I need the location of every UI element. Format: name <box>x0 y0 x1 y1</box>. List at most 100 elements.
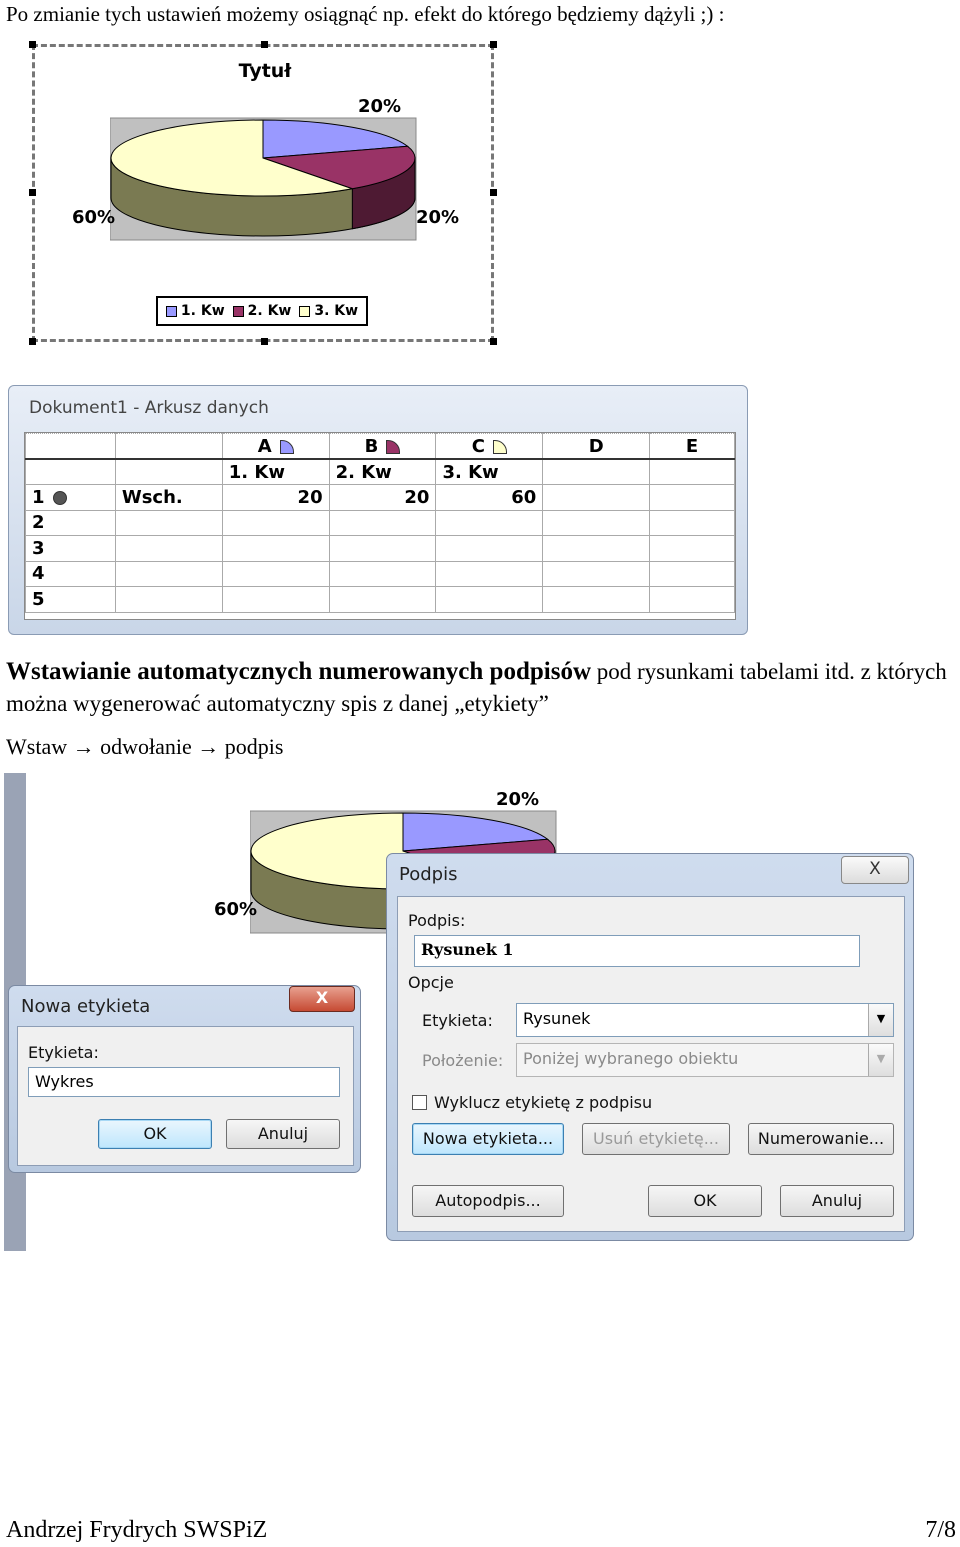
cell[interactable] <box>542 586 651 613</box>
exclude-label-text[interactable]: Wyklucz etykietę z podpisu <box>434 1093 652 1112</box>
col-header-b[interactable]: B <box>328 433 437 460</box>
exclude-label-checkbox[interactable] <box>412 1095 427 1110</box>
ok-button[interactable]: OK <box>98 1119 212 1149</box>
legend-item: 3. Kw <box>299 303 358 319</box>
series-header-cell[interactable]: 3. Kw <box>435 458 544 485</box>
delete-label-button[interactable]: Usuń etykietę... <box>582 1123 730 1155</box>
cell[interactable] <box>328 535 437 562</box>
cancel-button[interactable]: Anuluj <box>780 1185 894 1217</box>
numbering-button[interactable]: Numerowanie... <box>748 1123 894 1155</box>
new-label-button[interactable]: Nowa etykieta... <box>412 1123 564 1155</box>
cell[interactable] <box>435 535 544 562</box>
legend-label: 1. Kw <box>180 303 225 319</box>
dialog-body: Etykieta: Wykres OK Anuluj <box>17 1026 354 1166</box>
cell[interactable] <box>114 586 223 613</box>
corner-cell[interactable] <box>25 433 116 460</box>
pie-series-icon <box>386 439 401 454</box>
resize-handle[interactable] <box>261 41 268 48</box>
row-header[interactable]: 3 <box>25 535 116 562</box>
options-group-label: Opcje <box>408 973 454 992</box>
section-text: Wstawianie automatycznych numerowanych p… <box>6 656 956 720</box>
label-select[interactable]: Rysunek ▼ <box>516 1003 894 1037</box>
caption-dialog[interactable]: Podpis X Podpis: Rysunek 1 Opcje Etykiet… <box>386 853 914 1241</box>
chart-title: Tytuł <box>238 60 292 82</box>
row-header[interactable]: 2 <box>25 509 116 536</box>
cell[interactable] <box>221 535 330 562</box>
cell[interactable] <box>221 560 330 587</box>
chevron-down-icon[interactable]: ▼ <box>868 1044 893 1076</box>
value-cell[interactable]: 20 <box>221 484 330 511</box>
cell[interactable] <box>114 458 223 485</box>
pie-chart <box>110 117 417 241</box>
cell[interactable] <box>435 509 544 536</box>
cell[interactable] <box>328 509 437 536</box>
chevron-down-icon[interactable]: ▼ <box>868 1004 893 1036</box>
cell[interactable] <box>542 560 651 587</box>
cell[interactable] <box>435 586 544 613</box>
data-label: 20% <box>416 207 460 228</box>
col-header-empty[interactable] <box>114 433 223 460</box>
cell[interactable] <box>649 509 735 536</box>
col-header-e[interactable]: E <box>649 433 735 460</box>
cell[interactable] <box>649 535 735 562</box>
cell[interactable] <box>649 484 735 511</box>
intro-text: Po zmianie tych ustawień możemy osiągnąć… <box>6 2 725 26</box>
resize-handle[interactable] <box>490 189 497 196</box>
resize-handle[interactable] <box>29 41 36 48</box>
datasheet-grid[interactable]: A B C D E 1. Kw 2. Kw 3. Kw 1 Wsch. 20 2… <box>24 432 736 620</box>
position-select[interactable]: Poniżej wybranego obiektu ▼ <box>516 1043 894 1077</box>
cell[interactable] <box>221 586 330 613</box>
cell[interactable] <box>542 509 651 536</box>
resize-handle[interactable] <box>261 338 268 345</box>
cell[interactable] <box>649 458 735 485</box>
cell[interactable] <box>649 586 735 613</box>
cell[interactable] <box>221 509 330 536</box>
value-cell[interactable]: 60 <box>435 484 544 511</box>
data-label: 20% <box>358 96 402 117</box>
legend-swatch <box>165 305 177 317</box>
resize-handle[interactable] <box>490 338 497 345</box>
resize-handle[interactable] <box>29 338 36 345</box>
col-header-a[interactable]: A <box>221 433 330 460</box>
datasheet-title: Dokument1 - Arkusz danych <box>29 398 269 418</box>
cell[interactable] <box>328 560 437 587</box>
dialog-body: Podpis: Rysunek 1 Opcje Etykieta: Rysune… <box>397 896 905 1232</box>
cell[interactable] <box>542 458 651 485</box>
cell[interactable] <box>649 560 735 587</box>
ok-button[interactable]: OK <box>648 1185 762 1217</box>
resize-handle[interactable] <box>29 189 36 196</box>
col-header-c[interactable]: C <box>435 433 544 460</box>
caption-input[interactable]: Rysunek 1 <box>414 935 860 967</box>
series-header-cell[interactable]: 2. Kw <box>328 458 437 485</box>
label-input[interactable]: Wykres <box>28 1067 340 1097</box>
cancel-button[interactable]: Anuluj <box>226 1119 340 1149</box>
row-header[interactable]: 5 <box>25 586 116 613</box>
cell[interactable] <box>542 484 651 511</box>
row-label-cell[interactable]: Wsch. <box>114 484 223 511</box>
new-label-dialog[interactable]: Nowa etykieta X Etykieta: Wykres OK Anul… <box>8 985 361 1173</box>
label-select-value: Rysunek <box>523 1009 591 1028</box>
value-cell[interactable]: 20 <box>328 484 437 511</box>
close-button[interactable]: X <box>289 986 355 1012</box>
row-header[interactable]: 4 <box>25 560 116 587</box>
position-select-value: Poniżej wybranego obiektu <box>523 1049 739 1068</box>
cell[interactable] <box>114 535 223 562</box>
cell[interactable] <box>542 535 651 562</box>
cell[interactable] <box>114 509 223 536</box>
datasheet-window[interactable]: Dokument1 - Arkusz danych A B C D E 1. K… <box>8 385 748 635</box>
position-field-label: Położenie: <box>422 1051 504 1070</box>
footer-author: Andrzej Frydrych SWSPiZ <box>6 1517 268 1543</box>
cell[interactable] <box>114 560 223 587</box>
close-button[interactable]: X <box>841 856 909 884</box>
autocaption-button[interactable]: Autopodpis... <box>412 1185 564 1217</box>
col-header-d[interactable]: D <box>542 433 651 460</box>
row-header-empty[interactable] <box>25 458 116 485</box>
pie-series-icon <box>492 439 507 454</box>
row-header[interactable]: 1 <box>25 484 116 511</box>
legend-swatch <box>299 305 311 317</box>
data-label: 20% <box>496 789 540 810</box>
cell[interactable] <box>435 560 544 587</box>
resize-handle[interactable] <box>490 41 497 48</box>
series-header-cell[interactable]: 1. Kw <box>221 458 330 485</box>
cell[interactable] <box>328 586 437 613</box>
